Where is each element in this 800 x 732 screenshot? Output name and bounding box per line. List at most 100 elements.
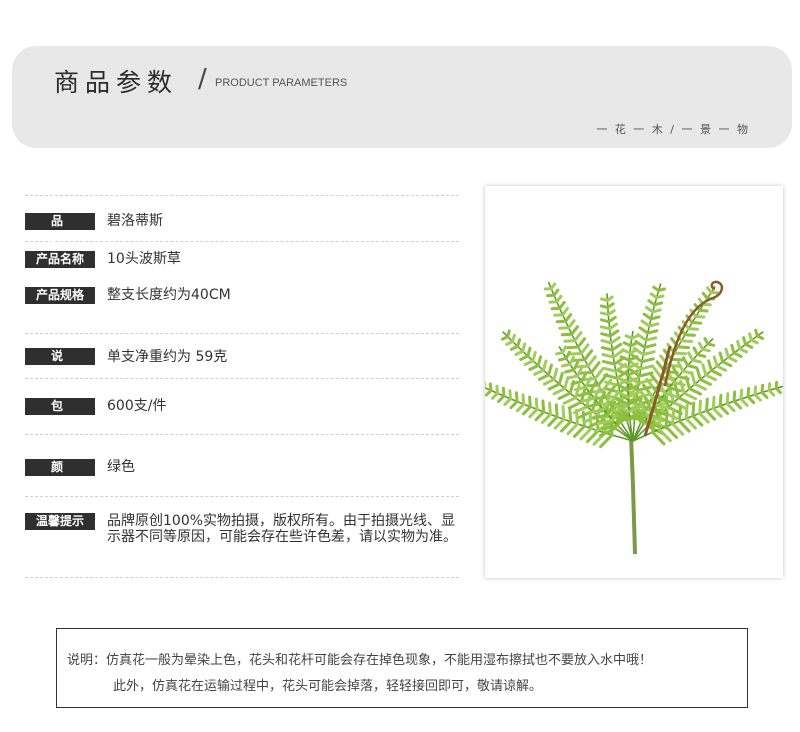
leaflet bbox=[746, 387, 751, 399]
leaflet bbox=[534, 397, 539, 411]
param-label-brand: 品 牌 bbox=[25, 213, 95, 245]
leaflet bbox=[602, 366, 618, 373]
leaflet bbox=[640, 319, 651, 328]
leaflet bbox=[698, 399, 702, 415]
leaflet bbox=[709, 369, 722, 377]
leaflet bbox=[522, 405, 532, 416]
note-line-1: 说明：仿真花一般为晕染上色，花头和花杆可能会存在掉色现象，不能用湿布擦拭也不要放… bbox=[67, 653, 653, 668]
leaflet bbox=[515, 402, 526, 413]
leaflet bbox=[534, 410, 546, 422]
leaflet bbox=[760, 383, 765, 394]
leaflet bbox=[639, 364, 655, 371]
leaflet bbox=[693, 382, 707, 391]
leaflet bbox=[736, 339, 742, 351]
leaflet bbox=[643, 343, 657, 349]
leaflet bbox=[652, 285, 661, 292]
leaflet bbox=[566, 422, 579, 436]
leaflet bbox=[724, 347, 730, 359]
param-label-name: 产品名称 bbox=[25, 251, 95, 268]
leaflet bbox=[669, 357, 685, 362]
divider bbox=[25, 577, 459, 578]
leaflet bbox=[718, 351, 725, 364]
leaflet bbox=[557, 371, 564, 386]
leaflet bbox=[567, 400, 583, 410]
leaflet bbox=[641, 350, 656, 356]
leaflet bbox=[503, 397, 512, 407]
param-label-desc: 说 明 bbox=[25, 348, 95, 380]
leaflet bbox=[636, 333, 648, 342]
leaflet bbox=[767, 382, 772, 392]
param-value-spec: 整支长度约为40CM bbox=[107, 287, 231, 303]
leaflet bbox=[547, 382, 561, 391]
param-value-package: 600支/件 bbox=[107, 398, 167, 414]
leaflet bbox=[610, 342, 623, 352]
leaflet bbox=[599, 311, 610, 317]
fern-plant-image bbox=[477, 280, 784, 555]
leaflet bbox=[753, 385, 757, 396]
leaflet bbox=[707, 359, 713, 372]
leaflet bbox=[676, 345, 690, 350]
leaflet bbox=[555, 319, 568, 324]
leaflet bbox=[599, 318, 611, 324]
leaflet bbox=[718, 404, 729, 415]
divider bbox=[25, 241, 459, 242]
leaflet bbox=[581, 396, 596, 403]
param-label-spec: 产品规格 bbox=[25, 287, 95, 304]
leaflet bbox=[712, 355, 719, 368]
leaflet bbox=[658, 397, 675, 405]
leaflet bbox=[548, 300, 559, 304]
leaflet bbox=[541, 399, 546, 414]
leaflet bbox=[547, 363, 553, 377]
param-value-desc: 单支净重约为 59克 bbox=[107, 349, 228, 365]
param-value-name: 10头波斯草 bbox=[107, 251, 181, 267]
leaflet bbox=[560, 332, 574, 337]
leaflet bbox=[519, 354, 530, 361]
leaflet bbox=[621, 348, 632, 355]
leaflet bbox=[566, 345, 580, 350]
leaflet bbox=[704, 373, 717, 382]
leaflet bbox=[542, 378, 556, 386]
leaflet bbox=[725, 392, 730, 406]
param-label-tip: 温馨提示 bbox=[25, 513, 95, 530]
leaflet bbox=[718, 393, 723, 408]
note-box: 说明：仿真花一般为晕染上色，花头和花杆可能会存在掉色现象，不能用湿布擦拭也不要放… bbox=[56, 628, 748, 708]
param-value-color: 绿色 bbox=[107, 459, 135, 475]
product-photo bbox=[477, 186, 784, 578]
leaflet bbox=[676, 361, 685, 373]
leaflet bbox=[547, 415, 559, 427]
leaflet bbox=[552, 387, 567, 396]
leaflet bbox=[540, 412, 552, 425]
leaflet bbox=[577, 391, 592, 397]
leaflet bbox=[642, 312, 653, 321]
divider bbox=[25, 195, 459, 196]
leaflet bbox=[600, 297, 609, 302]
leaflet bbox=[701, 363, 708, 377]
leaflet bbox=[553, 313, 565, 317]
leaflet bbox=[590, 361, 601, 374]
leaflet bbox=[691, 401, 696, 418]
leaflet bbox=[688, 387, 702, 396]
leaflet bbox=[550, 306, 562, 311]
leaflet bbox=[562, 396, 578, 405]
leaflet bbox=[649, 292, 659, 300]
leaflet bbox=[684, 417, 697, 430]
leaflet bbox=[601, 359, 616, 366]
leaflet bbox=[599, 304, 610, 309]
leaflet bbox=[557, 391, 572, 400]
section-title-en: PRODUCT PARAMETERS bbox=[215, 77, 348, 89]
divider bbox=[25, 434, 459, 435]
param-label-package: 包 装 bbox=[25, 398, 95, 430]
leaflet bbox=[528, 364, 540, 371]
leaflet bbox=[567, 374, 580, 380]
leaflet bbox=[600, 339, 613, 345]
param-label-color: 颜 色 bbox=[25, 459, 95, 491]
leaflet bbox=[673, 351, 688, 356]
leaflet bbox=[677, 396, 693, 406]
leaflet bbox=[500, 335, 510, 341]
leaflet bbox=[711, 395, 716, 410]
leaflet bbox=[647, 299, 657, 307]
leaflet bbox=[579, 343, 590, 355]
leaflet bbox=[554, 403, 559, 419]
leaflet bbox=[695, 367, 702, 381]
leaflet bbox=[739, 388, 744, 401]
